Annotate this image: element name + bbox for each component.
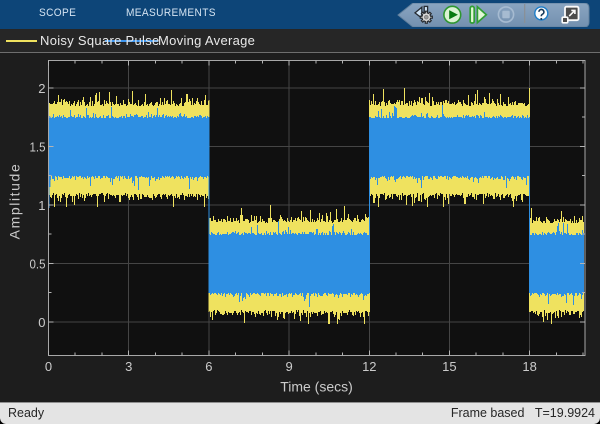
svg-text:Time (secs): Time (secs) [280,379,353,395]
svg-text:Amplitude: Amplitude [7,163,23,240]
svg-text:15: 15 [442,359,456,374]
svg-text:18: 18 [522,359,536,374]
svg-text:0.5: 0.5 [30,257,46,272]
svg-text:1: 1 [38,198,45,213]
svg-text:0: 0 [45,359,52,374]
svg-text:9: 9 [285,359,292,374]
svg-text:2: 2 [38,81,45,96]
svg-text:12: 12 [362,359,376,374]
svg-text:0: 0 [38,315,45,330]
svg-text:6: 6 [205,359,212,374]
svg-text:3: 3 [125,359,132,374]
svg-text:1.5: 1.5 [30,140,46,155]
